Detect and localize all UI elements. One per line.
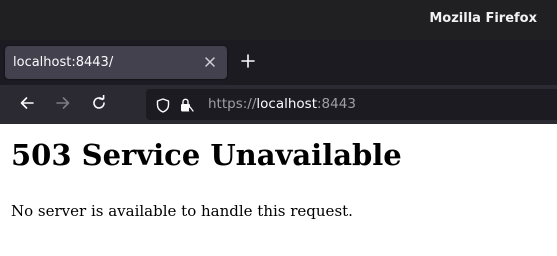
url-port: :8443	[317, 96, 356, 112]
page-heading: 503 Service Unavailable	[11, 138, 402, 172]
tab-label: localhost:8443/	[13, 55, 114, 70]
lock-icon[interactable]	[178, 97, 194, 113]
plus-icon	[241, 53, 255, 72]
arrow-left-icon	[19, 95, 35, 115]
browser-window: Mozilla Firefox localhost:8443/ https://…	[0, 0, 557, 256]
tab-strip: localhost:8443/	[0, 40, 557, 85]
page-content: 503 Service Unavailable No server is ava…	[0, 124, 557, 256]
reload-button[interactable]	[87, 93, 111, 117]
close-icon[interactable]	[201, 53, 219, 71]
url-scheme: https://	[208, 96, 257, 112]
url-host: localhost	[256, 96, 317, 112]
shield-icon[interactable]	[155, 97, 171, 113]
back-button[interactable]	[15, 93, 39, 117]
address-bar[interactable]: https://localhost:8443	[146, 89, 557, 120]
new-tab-button[interactable]	[237, 51, 259, 73]
tab-localhost[interactable]: localhost:8443/	[5, 46, 227, 79]
url-text[interactable]: https://localhost:8443	[208, 96, 356, 112]
window-title: Mozilla Firefox	[429, 11, 537, 26]
navigation-bar: https://localhost:8443	[0, 85, 557, 124]
error-message: No server is available to handle this re…	[11, 202, 353, 220]
arrow-right-icon	[55, 95, 71, 115]
forward-button[interactable]	[51, 93, 75, 117]
title-bar: Mozilla Firefox	[0, 0, 557, 40]
reload-icon	[91, 94, 107, 115]
